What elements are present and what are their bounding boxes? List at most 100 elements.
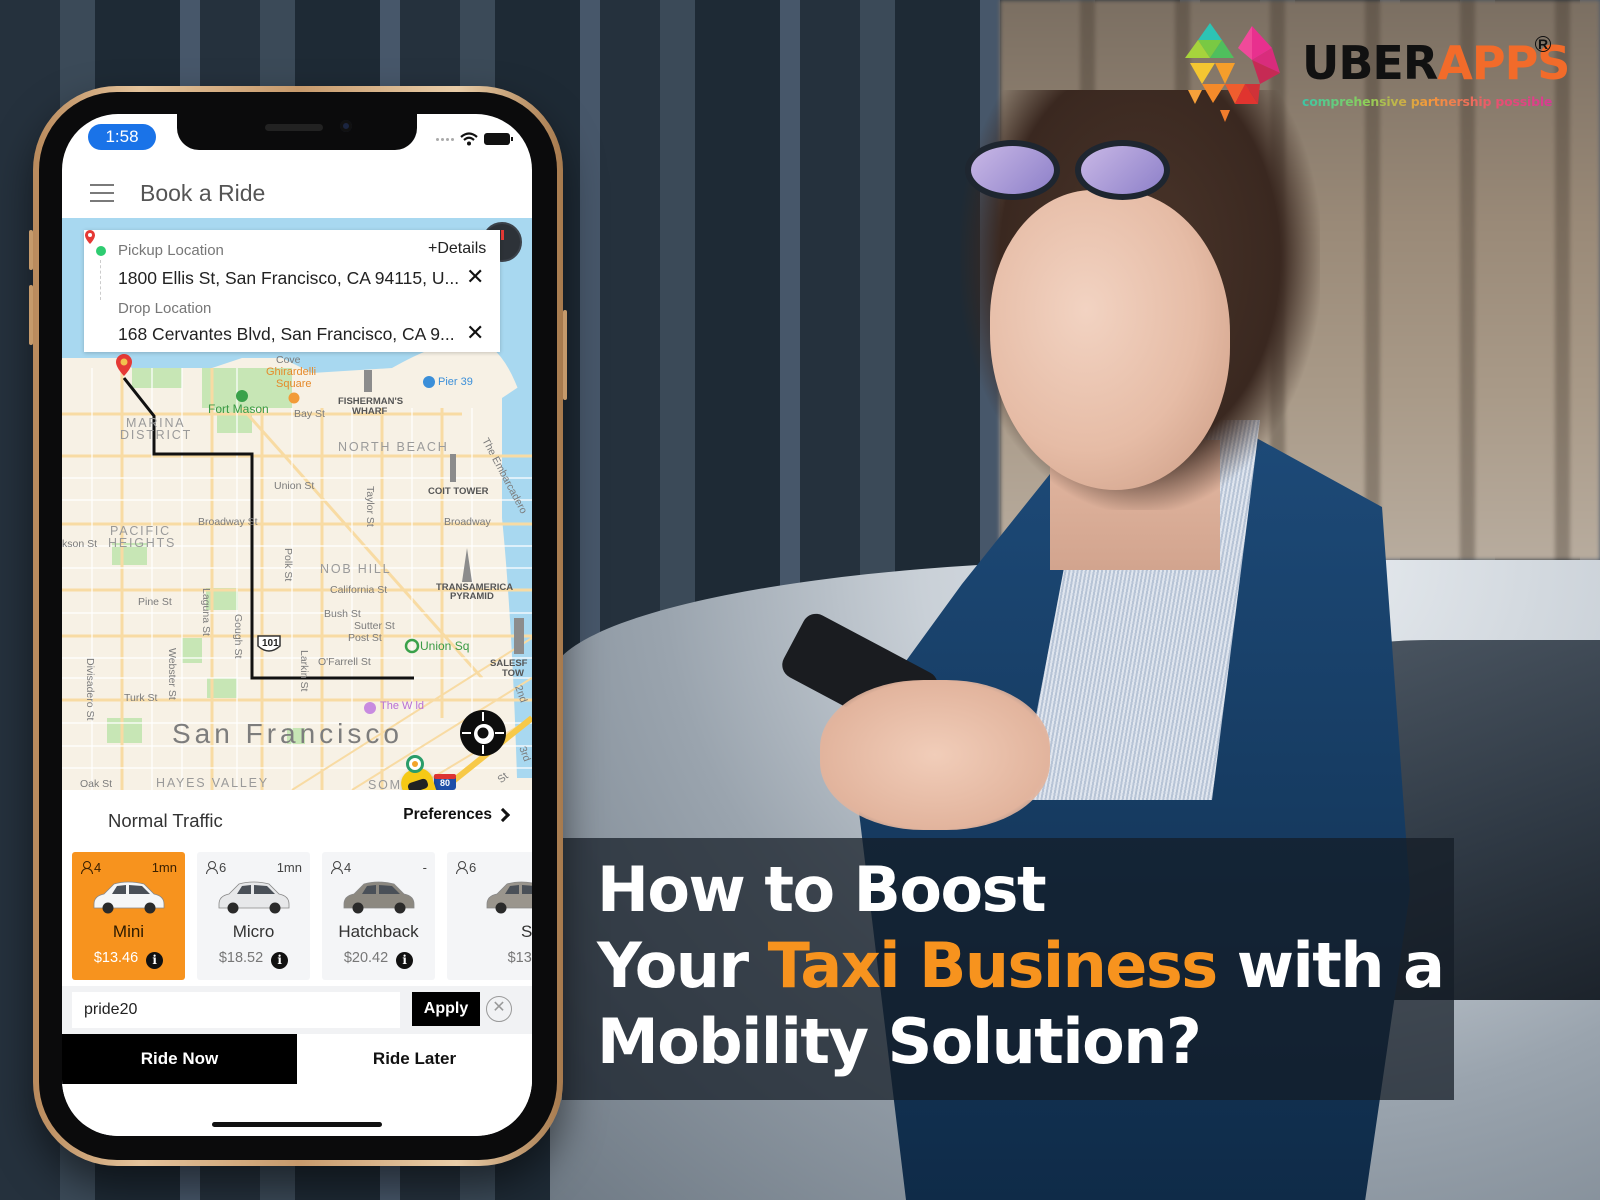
vehicle-name: SUV — [521, 922, 532, 941]
home-indicator[interactable] — [212, 1122, 382, 1127]
ride-options-sheet: Normal Traffic Preferences 4 1mn Mini $1… — [62, 790, 532, 1136]
phone-volume-button — [29, 230, 33, 270]
status-icons — [436, 132, 513, 146]
vehicle-option-mini[interactable]: 4 1mn Mini $13.46 i — [72, 852, 185, 980]
traffic-status: Normal Traffic — [108, 810, 223, 831]
vehicle-list: 4 1mn Mini $13.46 i 6 1mn Micro $18.52 i 4… — [72, 852, 532, 980]
ride-now-button[interactable]: Ride Now — [62, 1034, 297, 1084]
registered-mark-icon: R — [1535, 36, 1551, 52]
map-label: Oak St — [80, 778, 113, 790]
drop-input[interactable]: 168 Cervantes Blvd, San Francisco, CA 9.… — [118, 324, 455, 345]
info-icon[interactable]: i — [396, 952, 414, 969]
ride-later-button[interactable]: Ride Later — [297, 1034, 532, 1084]
eta: 1mn — [276, 860, 302, 875]
map-label-city: San Francisco — [172, 718, 403, 749]
map-park — [182, 638, 202, 663]
signal-icon — [436, 137, 454, 141]
map-label: Ghirardelli — [266, 366, 317, 378]
info-icon[interactable]: i — [146, 952, 164, 969]
phone-screen: 1:58 Book a Ride Cove Ghirardelli Square… — [62, 114, 532, 1136]
map-label: Sutter St — [354, 620, 395, 632]
vehicle-name: Hatchback — [338, 922, 419, 941]
clear-promo-icon[interactable]: ✕ — [486, 996, 512, 1022]
my-location-button[interactable] — [460, 710, 506, 756]
drop-pin-icon — [85, 230, 95, 244]
pier39-icon — [423, 376, 435, 388]
headline-line-2-suffix: with a — [1216, 929, 1445, 1002]
map-view[interactable]: Cove Ghirardelli Square Fort Mason Pier … — [62, 218, 532, 790]
car-window — [522, 885, 532, 894]
map-label: O'Farrell St — [318, 656, 371, 668]
preferences-label: Preferences — [403, 806, 492, 823]
headline-line-3: Mobility Solution? — [597, 1005, 1202, 1078]
fort-mason-icon — [236, 390, 248, 402]
location-card: +Details Pickup Location 1800 Ellis St, … — [84, 230, 500, 352]
speaker-grille — [265, 124, 323, 131]
pickup-input[interactable]: 1800 Ellis St, San Francisco, CA 94115, … — [118, 268, 459, 289]
headline-line-2-prefix: Your — [597, 929, 768, 1002]
hamburger-icon[interactable] — [90, 184, 114, 202]
phone-volume-button — [29, 285, 33, 345]
vehicle-option-suv[interactable]: 6 SUV $132.77 — [447, 852, 532, 980]
ride-tabs: Ride Now Ride Later — [62, 1034, 532, 1084]
map-label: Polk St — [282, 548, 294, 582]
map-label: Cove — [276, 354, 301, 366]
clear-pickup-button[interactable]: ✕ — [466, 266, 484, 288]
vehicle-option-micro[interactable]: 6 1mn Micro $18.52 i — [197, 852, 310, 980]
seat-count: 4 — [330, 860, 351, 875]
seat-count: 4 — [80, 860, 101, 875]
car-wheel — [394, 902, 406, 914]
preferences-button[interactable]: Preferences — [403, 806, 511, 824]
map-label: Bush St — [324, 608, 361, 620]
vehicle-price: $132.77 — [507, 950, 532, 966]
transamerica-icon — [462, 548, 472, 582]
person-icon — [205, 861, 218, 874]
pickup-label: Pickup Location — [118, 242, 224, 259]
promo-code-input[interactable] — [72, 992, 400, 1028]
page-title: Book a Ride — [140, 180, 266, 206]
vehicle-option-hatchback[interactable]: 4 - Hatchback $20.42 i — [322, 852, 435, 980]
map-label: Union St — [274, 480, 315, 492]
map-label: Pine St — [138, 596, 172, 608]
drop-pin-icon — [116, 354, 132, 376]
map-label: HEIGHTS — [108, 536, 177, 550]
map-label: Larkin St — [298, 650, 310, 692]
map-label: Broadway — [444, 516, 491, 528]
salesforce-tower-icon — [514, 618, 524, 654]
vehicle-name: Mini — [112, 922, 145, 941]
logo-mark-icon — [1185, 23, 1280, 122]
map-label: Gough St — [232, 614, 244, 659]
vehicle-price: $18.52 i — [197, 950, 310, 969]
map-label: COIT TOWER — [428, 486, 489, 497]
car-wheel — [352, 902, 364, 914]
map-label: HAYES VALLEY — [156, 776, 269, 790]
map-label: NORTH BEACH — [338, 440, 449, 454]
map-label: Laguna St — [200, 588, 212, 636]
ghirardelli-icon — [288, 392, 300, 404]
brand-tagline: comprehensive partnership possible — [1302, 94, 1553, 109]
car-image — [486, 881, 532, 914]
map-label: kson St — [62, 538, 98, 550]
seat-count: 6 — [205, 860, 226, 875]
pickup-pin-icon — [406, 755, 424, 773]
brand-logo: UBERAPPS R comprehensive partnership pos… — [1180, 18, 1580, 128]
person-icon — [330, 861, 343, 874]
map-label: The W ld — [380, 700, 425, 712]
map-park — [107, 718, 142, 743]
info-icon[interactable]: i — [271, 952, 289, 969]
person-icon — [455, 861, 468, 874]
crosshair-icon — [462, 712, 504, 754]
map-label: NOB HILL — [320, 562, 392, 576]
map-label: DISTRICT — [120, 428, 193, 442]
app-bar: Book a Ride — [62, 170, 532, 218]
clear-drop-button[interactable]: ✕ — [466, 322, 484, 344]
car-wheel — [269, 902, 281, 914]
route-connector — [100, 260, 101, 300]
sunglasses — [965, 140, 1195, 210]
apply-button[interactable]: Apply — [412, 992, 480, 1026]
phone-notch — [177, 114, 417, 150]
details-link[interactable]: +Details — [428, 240, 486, 258]
map-label: California St — [330, 584, 388, 596]
seat-count: 6 — [455, 860, 476, 875]
car-image — [343, 881, 415, 914]
